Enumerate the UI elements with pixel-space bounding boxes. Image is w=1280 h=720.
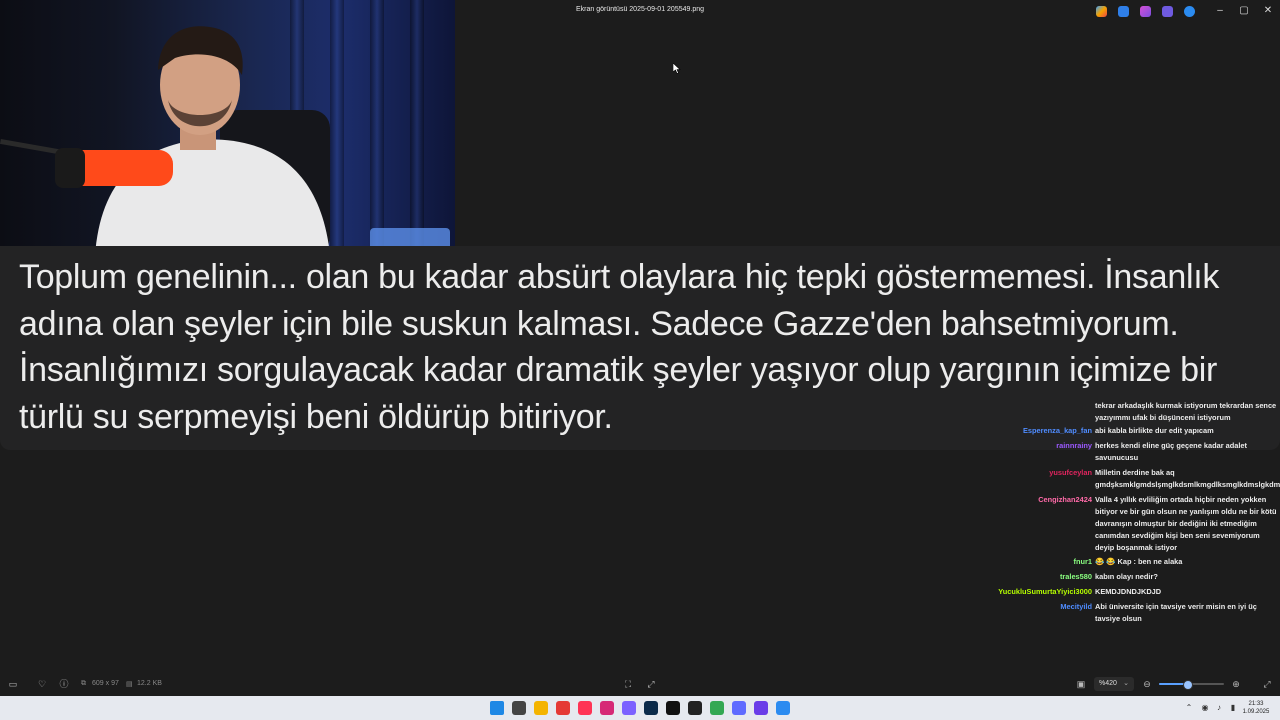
image-filesize: 12.2 KB [137,680,162,687]
photos-icon[interactable] [1118,6,1129,17]
chevron-up-icon[interactable]: ⌃ [1184,703,1194,712]
clock-time: 21:33 [1248,701,1264,707]
info-icon[interactable]: ⓘ [59,679,69,689]
chat-message: trales580 kabın olayı nedir? [0,571,1280,583]
taskbar [0,696,1280,720]
chat-message: Esperenza_kap_fan abi kabla birlikte dur … [0,425,1280,437]
zoom-select[interactable]: %420 ⌄ [1094,677,1134,691]
fit-window-icon[interactable]: ▣ [1076,679,1086,689]
chat-text: kabın olayı nedir? [1095,572,1158,581]
webcam-image [0,0,455,255]
filesize-icon: ▤ [126,681,133,688]
fit-icon[interactable]: ⤢ [646,679,656,689]
chat-text: 😂 😂 Kap : ben ne alaka [1095,557,1183,566]
crop-icon[interactable]: ⛶ [623,679,633,689]
tiktok-icon[interactable] [666,701,680,715]
paint-icon[interactable] [1140,6,1151,17]
teams-icon[interactable] [1162,6,1173,17]
onedrive-icon[interactable] [1184,6,1195,17]
chat-text: Valla 4 yıllık evliliğim ortada hiçbir n… [1095,495,1277,552]
snipping-icon[interactable] [732,701,746,715]
clock-date: 1.09.2025 [1242,709,1270,715]
chat-text: abi kabla birlikte dur edit yapıcam [1095,426,1214,435]
close-button[interactable]: ✕ [1261,4,1275,18]
zoom-value: %420 [1099,680,1117,687]
photos-icon[interactable] [776,701,790,715]
capcut-icon[interactable] [688,701,702,715]
task-view-icon[interactable] [512,701,526,715]
chrome-icon[interactable] [556,701,570,715]
chat-username[interactable]: Esperenza_kap_fan [1023,425,1092,437]
chrome-icon[interactable] [710,701,724,715]
chat-text: Abi üniversite için tavsiye verir misin … [1095,602,1257,623]
battery-icon[interactable]: ▮ [1228,703,1238,712]
chat-username[interactable]: trales580 [1060,571,1092,583]
chat-username[interactable]: yusufceylan [1049,467,1092,479]
start-icon[interactable] [490,701,504,715]
file-explorer-icon[interactable] [534,701,548,715]
image-dimensions: 609 x 97 [92,680,119,687]
minimize-button[interactable]: – [1213,4,1227,18]
network-icon[interactable]: ◉ [1200,703,1210,712]
photoshop-icon[interactable] [644,701,658,715]
zoom-out-icon[interactable]: ⊖ [1142,679,1152,689]
chat-text: tekrar arkadaşlık kurmak istiyorum tekra… [1095,401,1277,422]
instagram-icon[interactable] [600,701,614,715]
copilot-icon[interactable] [1096,6,1107,17]
mouse-cursor-icon [673,63,681,74]
maximize-button[interactable]: ▢ [1237,4,1251,18]
taskbar-clock[interactable]: 21:33 1.09.2025 [1240,700,1272,716]
chat-username[interactable]: rainnrainy [1056,440,1092,452]
chat-text: herkes kendi eline güç geçene kadar adal… [1095,441,1247,462]
chat-message: Cengizhan2424 Valla 4 yıllık evliliğim or… [0,494,1280,554]
chat-username[interactable]: Mecityild [1060,601,1092,613]
volume-icon[interactable]: ♪ [1214,703,1224,712]
chevron-down-icon: ⌄ [1123,680,1129,687]
chat-username[interactable]: fnur1 [1074,556,1092,568]
zoom-in-icon[interactable]: ⊕ [1231,679,1241,689]
favorite-icon[interactable]: ♡ [37,679,47,689]
obs-icon[interactable] [754,701,768,715]
zoom-slider[interactable] [1159,680,1224,690]
chat-username[interactable]: YucukluSumurtaYiyici3000 [998,586,1092,598]
chat-message: YucukluSumurtaYiyici3000 KEMDJDNDJKDJD [0,586,1280,598]
chat-text: KEMDJDNDJKDJD [1095,587,1162,596]
chat-message: Mecityild Abi üniversite için tavsiye ver… [0,601,1280,625]
chat-username[interactable]: Cengizhan2424 [1038,494,1092,506]
chat-message: rainnrainy herkes kendi eline güç geçene … [0,440,1280,464]
fullscreen-icon[interactable]: ⤢ [1262,679,1272,689]
dimensions-icon: ⧉ [81,680,86,687]
status-bar [0,673,1280,696]
filmstrip-icon[interactable]: ▭ [8,679,18,689]
opera-icon[interactable] [578,701,592,715]
chat-message: fnur1 😂 😂 Kap : ben ne alaka [0,556,1280,568]
chat-message: tekrar arkadaşlık kurmak istiyorum tekra… [0,400,1280,424]
chat-text: Milletin derdine bak aq gmdşksmklgmdslşm… [1095,468,1280,489]
chat-message: yusufceylan Milletin derdine bak aq gmdşk… [0,467,1280,491]
messenger-icon[interactable] [622,701,636,715]
